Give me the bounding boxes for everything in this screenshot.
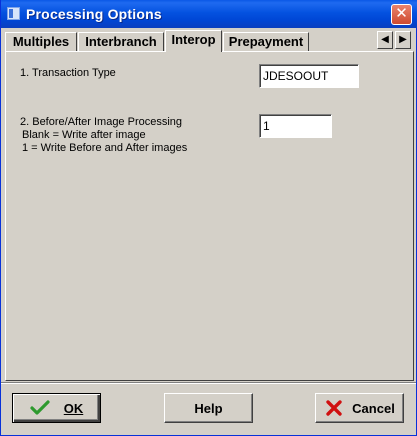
help-button[interactable]: Help bbox=[164, 393, 253, 423]
checkmark-icon bbox=[30, 399, 50, 417]
ok-button-label: OK bbox=[63, 400, 84, 416]
tab-scroll-right-icon[interactable]: ▶ bbox=[395, 31, 411, 49]
red-x-icon bbox=[324, 399, 344, 417]
close-button[interactable]: ✕ bbox=[391, 4, 412, 25]
processing-options-dialog: Processing Options ✕ Multiples Interbran… bbox=[0, 0, 417, 436]
tab-scroll-left-icon[interactable]: ◀ bbox=[377, 31, 393, 49]
tab-strip: Multiples Interbranch Interop Prepayment… bbox=[5, 30, 414, 52]
interop-tab-panel: 1. Transaction Type 2. Before/After Imag… bbox=[5, 51, 414, 381]
tab-interbranch[interactable]: Interbranch bbox=[78, 32, 164, 51]
ok-button[interactable]: OK bbox=[12, 393, 101, 423]
image-processing-input[interactable] bbox=[259, 114, 332, 138]
title-bar[interactable]: Processing Options ✕ bbox=[1, 0, 417, 28]
tab-prepayment[interactable]: Prepayment bbox=[223, 32, 309, 51]
window-title: Processing Options bbox=[26, 6, 162, 22]
footer-separator bbox=[1, 382, 416, 384]
app-icon bbox=[7, 7, 20, 20]
cancel-button-label: Cancel bbox=[352, 400, 395, 416]
tab-interop[interactable]: Interop bbox=[165, 30, 222, 52]
transaction-type-input[interactable] bbox=[259, 64, 359, 88]
transaction-type-label: 1. Transaction Type bbox=[20, 67, 116, 79]
image-processing-help-one: 1 = Write Before and After images bbox=[22, 142, 188, 154]
tab-multiples[interactable]: Multiples bbox=[5, 32, 77, 51]
image-processing-help-blank: Blank = Write after image bbox=[22, 129, 146, 141]
help-button-label: Help bbox=[194, 400, 223, 416]
cancel-button[interactable]: Cancel bbox=[315, 393, 404, 423]
image-processing-label: 2. Before/After Image Processing bbox=[20, 116, 183, 128]
